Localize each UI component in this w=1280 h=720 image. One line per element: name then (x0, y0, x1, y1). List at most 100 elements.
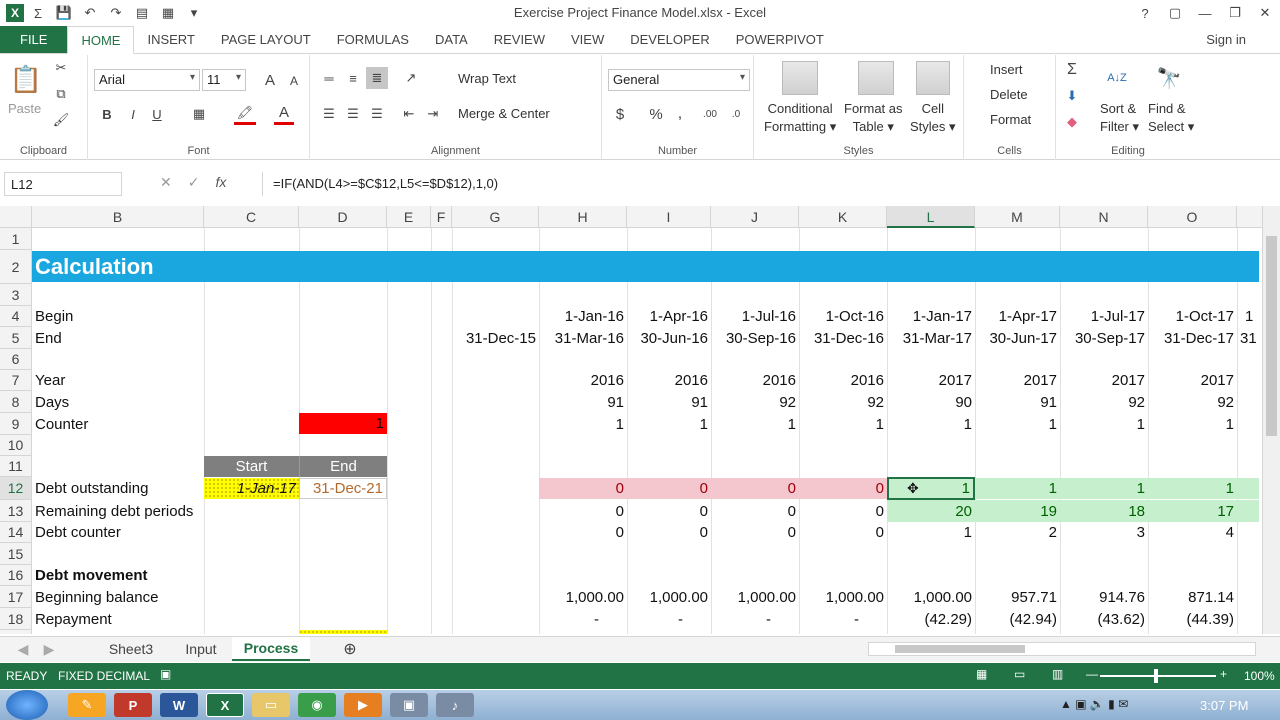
autosum-icon[interactable]: Σ (26, 2, 50, 24)
cell-i18[interactable]: - (627, 608, 711, 630)
next-sheet-icon[interactable]: ▶ (40, 637, 58, 661)
cell-g5[interactable]: 31-Dec-15 (452, 328, 539, 349)
paste-button[interactable]: Paste (8, 101, 41, 116)
sheet-tab-sheet3[interactable]: Sheet3 (92, 637, 170, 661)
page-break-view-icon[interactable]: ▥ (1052, 667, 1063, 681)
cell-j18[interactable]: - (711, 608, 799, 630)
cell-l12-selected[interactable]: 1 (887, 477, 975, 500)
tab-formulas[interactable]: FORMULAS (324, 26, 422, 53)
conditional-formatting-icon[interactable] (782, 61, 818, 95)
cell-m5[interactable]: 30-Jun-17 (975, 328, 1060, 349)
cut-icon[interactable]: ✂ (52, 59, 70, 77)
top-align-icon[interactable]: ═ (318, 67, 340, 89)
clear-icon[interactable]: ◆ (1062, 111, 1082, 133)
prev-sheet-icon[interactable]: ◀ (14, 637, 32, 661)
undo-icon[interactable]: ↶ (78, 2, 102, 24)
cell-j8[interactable]: 92 (711, 391, 799, 413)
ribbon-display-icon[interactable]: ▢ (1160, 0, 1190, 26)
sign-in-link[interactable]: Sign in (1206, 26, 1280, 53)
horizontal-scrollbar[interactable] (868, 642, 1256, 656)
cancel-icon[interactable]: ✕ (160, 174, 172, 191)
conditional-formatting-button[interactable]: Conditional Formatting ▾ (764, 100, 836, 136)
col-header-f[interactable]: F (431, 206, 452, 228)
cell-l13[interactable]: 20 (887, 500, 975, 522)
decrease-decimal-icon[interactable]: .0 (724, 103, 748, 125)
cell-k14[interactable]: 0 (799, 522, 887, 543)
fill-color-icon[interactable]: 🖍 (234, 103, 256, 125)
label-beginning-balance[interactable]: Beginning balance (32, 586, 204, 608)
cell-h12[interactable]: 0 (539, 478, 627, 499)
number-format-select[interactable]: General (608, 69, 750, 91)
cell-h7[interactable]: 2016 (539, 370, 627, 391)
cell-j9[interactable]: 1 (711, 413, 799, 435)
cell-j4[interactable]: 1-Jul-16 (711, 306, 799, 327)
row-header-9[interactable]: 9 (0, 413, 32, 435)
layout-icon[interactable]: ▦ (156, 2, 180, 24)
autosum-ribbon-icon[interactable]: Σ (1062, 59, 1082, 81)
paste-icon[interactable]: 📋 (8, 61, 44, 97)
cell-p5-partial[interactable]: 31 (1240, 328, 1262, 349)
row-header-15[interactable]: 15 (0, 543, 32, 565)
col-header-d[interactable]: D (299, 206, 387, 228)
font-family-select[interactable]: Arial (94, 69, 200, 91)
cell-j12[interactable]: 0 (711, 478, 799, 499)
cell-m14[interactable]: 2 (975, 522, 1060, 543)
cell-n9[interactable]: 1 (1060, 413, 1148, 435)
col-header-o[interactable]: O (1148, 206, 1237, 228)
enter-icon[interactable]: ✓ (188, 174, 200, 191)
cell-o7[interactable]: 2017 (1148, 370, 1237, 391)
cell-d12-end-date[interactable]: 31-Dec-21 (299, 478, 387, 499)
tab-home[interactable]: HOME (67, 26, 135, 54)
taskbar-folder-icon[interactable]: ▭ (252, 693, 290, 717)
cell-i17[interactable]: 1,000.00 (627, 586, 711, 608)
col-header-j[interactable]: J (711, 206, 799, 228)
cell-l14[interactable]: 1 (887, 522, 975, 543)
row-header-10[interactable]: 10 (0, 435, 32, 456)
copy-icon[interactable]: ⧉ (52, 85, 70, 103)
new-sheet-icon[interactable]: ⊕ (338, 637, 362, 661)
row-header-8[interactable]: 8 (0, 391, 32, 413)
row-header-17[interactable]: 17 (0, 586, 32, 608)
cell-h8[interactable]: 91 (539, 391, 627, 413)
cell-n5[interactable]: 30-Sep-17 (1060, 328, 1148, 349)
col-header-p[interactable] (1237, 206, 1262, 228)
cell-d19-partial[interactable] (299, 630, 387, 634)
cell-o8[interactable]: 92 (1148, 391, 1237, 413)
label-debt-outstanding[interactable]: Debt outstanding (32, 477, 204, 500)
tab-data[interactable]: DATA (422, 26, 481, 53)
cell-m8[interactable]: 91 (975, 391, 1060, 413)
calculation-title[interactable]: Calculation (32, 251, 1259, 282)
col-header-c[interactable]: C (204, 206, 299, 228)
cell-k8[interactable]: 92 (799, 391, 887, 413)
cell-l7[interactable]: 2017 (887, 370, 975, 391)
align-center-icon[interactable]: ☰ (342, 103, 364, 125)
close-icon[interactable]: ✕ (1250, 0, 1280, 26)
grow-font-icon[interactable]: A (262, 69, 278, 91)
sheet-tab-input[interactable]: Input (170, 637, 232, 661)
cell-l8[interactable]: 90 (887, 391, 975, 413)
font-color-icon[interactable]: A (274, 103, 294, 125)
save-icon[interactable]: 💾 (52, 2, 76, 24)
find-select-icon[interactable]: 🔭 (1154, 61, 1184, 95)
formula-input[interactable]: =IF(AND(L4>=$C$12,L5<=$D$12),1,0) (262, 172, 1272, 196)
cell-p12-partial[interactable] (1237, 478, 1259, 499)
cell-l5[interactable]: 31-Mar-17 (887, 328, 975, 349)
col-header-m[interactable]: M (975, 206, 1060, 228)
cell-i14[interactable]: 0 (627, 522, 711, 543)
restore-icon[interactable]: ❐ (1220, 0, 1250, 26)
row-header-6[interactable]: 6 (0, 349, 32, 370)
label-repayment[interactable]: Repayment (32, 608, 204, 630)
col-header-b[interactable]: B (32, 206, 204, 228)
sort-filter-button[interactable]: Sort & Filter ▾ (1100, 100, 1139, 136)
label-end[interactable]: End (32, 328, 204, 349)
cell-h17[interactable]: 1,000.00 (539, 586, 627, 608)
label-debt-counter[interactable]: Debt counter (32, 522, 204, 543)
cell-i8[interactable]: 91 (627, 391, 711, 413)
sheet-tab-process[interactable]: Process (232, 637, 310, 661)
taskbar-word-icon[interactable]: W (160, 693, 198, 717)
row-header-18[interactable]: 18 (0, 608, 32, 630)
col-header-g[interactable]: G (452, 206, 539, 228)
col-header-h[interactable]: H (539, 206, 627, 228)
horizontal-scroll-thumb[interactable] (895, 645, 1025, 653)
format-painter-icon[interactable]: 🖌 (52, 111, 70, 129)
